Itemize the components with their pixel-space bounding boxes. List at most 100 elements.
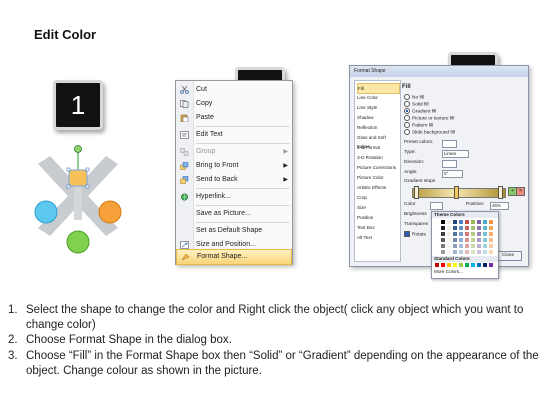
- theme-color-swatch[interactable]: [471, 226, 475, 230]
- nav-item-text-box[interactable]: Text Box: [357, 223, 398, 232]
- angle-input[interactable]: 0°: [442, 170, 463, 178]
- nav-item-reflection[interactable]: Reflection: [357, 123, 398, 132]
- theme-color-swatch[interactable]: [441, 226, 445, 230]
- theme-color-swatch[interactable]: [489, 232, 493, 236]
- theme-color-swatch[interactable]: [435, 226, 439, 230]
- type-dropdown[interactable]: Linear: [442, 150, 469, 158]
- standard-color-swatch[interactable]: [453, 263, 457, 267]
- gradient-stop[interactable]: [498, 186, 503, 199]
- more-colors-option[interactable]: More Colors...: [434, 269, 463, 274]
- theme-color-swatch[interactable]: [465, 244, 469, 248]
- nav-item-glow[interactable]: Glow and Soft Edges: [357, 133, 398, 149]
- theme-color-swatch[interactable]: [483, 232, 487, 236]
- theme-color-swatch[interactable]: [459, 220, 463, 224]
- theme-color-swatch[interactable]: [447, 220, 451, 224]
- menu-item-save-as-picture[interactable]: Save as Picture...: [176, 207, 292, 221]
- theme-color-swatch[interactable]: [453, 238, 457, 242]
- nav-item-artistic-effects[interactable]: Artistic Effects: [357, 183, 398, 192]
- menu-item-set-default-shape[interactable]: Set as Default Shape: [176, 224, 292, 238]
- standard-color-swatch[interactable]: [459, 263, 463, 267]
- menu-item-hyperlink[interactable]: Hyperlink...: [176, 190, 292, 204]
- theme-color-swatch[interactable]: [435, 244, 439, 248]
- theme-color-swatch[interactable]: [483, 220, 487, 224]
- theme-color-swatch[interactable]: [459, 250, 463, 254]
- blue-circle-shape[interactable]: [34, 200, 58, 224]
- standard-color-swatch[interactable]: [489, 263, 493, 267]
- theme-color-swatch[interactable]: [489, 226, 493, 230]
- theme-color-swatch[interactable]: [453, 250, 457, 254]
- menu-item-edit-text[interactable]: Edit Text: [176, 128, 292, 142]
- theme-color-swatch[interactable]: [483, 244, 487, 248]
- radio-slide-background-fill[interactable]: Slide background fill: [404, 129, 455, 136]
- theme-color-swatch[interactable]: [477, 220, 481, 224]
- theme-color-swatch[interactable]: [471, 232, 475, 236]
- green-circle-shape[interactable]: [66, 230, 90, 254]
- theme-color-swatch[interactable]: [489, 220, 493, 224]
- theme-color-swatch[interactable]: [477, 250, 481, 254]
- theme-color-swatch[interactable]: [441, 250, 445, 254]
- radio-picture-fill[interactable]: Picture or texture fill: [404, 115, 454, 122]
- theme-color-swatch[interactable]: [453, 220, 457, 224]
- theme-color-swatch[interactable]: [435, 220, 439, 224]
- theme-color-swatch[interactable]: [471, 244, 475, 248]
- selected-shape[interactable]: [66, 167, 90, 189]
- orange-circle-shape[interactable]: [98, 200, 122, 224]
- theme-color-swatch[interactable]: [447, 232, 451, 236]
- standard-color-swatch[interactable]: [435, 263, 439, 267]
- radio-solid-fill[interactable]: Solid fill: [404, 101, 429, 108]
- position-input[interactable]: 46%: [490, 202, 509, 210]
- nav-item-alt-text[interactable]: Alt Text: [357, 233, 398, 242]
- standard-color-swatch[interactable]: [447, 263, 451, 267]
- standard-color-swatch[interactable]: [477, 263, 481, 267]
- theme-color-swatch[interactable]: [477, 238, 481, 242]
- theme-color-swatch[interactable]: [435, 232, 439, 236]
- menu-item-paste[interactable]: Paste: [176, 111, 292, 125]
- theme-color-swatch[interactable]: [441, 244, 445, 248]
- remove-stop-icon[interactable]: ×: [516, 187, 525, 196]
- theme-color-swatch[interactable]: [471, 238, 475, 242]
- theme-color-swatch[interactable]: [483, 238, 487, 242]
- nav-item-line-color[interactable]: Line Color: [357, 93, 398, 102]
- menu-item-cut[interactable]: Cut: [176, 83, 292, 97]
- theme-color-swatch[interactable]: [477, 244, 481, 248]
- standard-color-swatch[interactable]: [471, 263, 475, 267]
- theme-color-swatch[interactable]: [465, 220, 469, 224]
- theme-color-swatch[interactable]: [489, 250, 493, 254]
- theme-color-swatch[interactable]: [435, 238, 439, 242]
- theme-color-swatch[interactable]: [459, 244, 463, 248]
- theme-color-swatch[interactable]: [459, 232, 463, 236]
- menu-item-copy[interactable]: Copy: [176, 97, 292, 111]
- theme-color-swatch[interactable]: [471, 220, 475, 224]
- gradient-stop[interactable]: [414, 186, 419, 199]
- theme-color-swatch[interactable]: [441, 232, 445, 236]
- theme-color-swatch[interactable]: [441, 238, 445, 242]
- color-picker-button[interactable]: [430, 202, 443, 210]
- theme-color-swatch[interactable]: [471, 250, 475, 254]
- theme-color-swatch[interactable]: [465, 226, 469, 230]
- theme-color-swatch[interactable]: [489, 238, 493, 242]
- gradient-stop-selected[interactable]: [454, 186, 459, 199]
- theme-color-swatch[interactable]: [435, 250, 439, 254]
- theme-color-swatch[interactable]: [489, 244, 493, 248]
- gradient-bar[interactable]: [412, 188, 506, 198]
- theme-color-swatch[interactable]: [453, 244, 457, 248]
- theme-color-swatch[interactable]: [465, 238, 469, 242]
- theme-color-swatch[interactable]: [441, 220, 445, 224]
- nav-item-crop[interactable]: Crop: [357, 193, 398, 202]
- nav-item-position[interactable]: Position: [357, 213, 398, 222]
- nav-item-line-style[interactable]: Line Style: [357, 103, 398, 112]
- nav-item-3d-format[interactable]: 3-D Format: [357, 143, 398, 152]
- preset-colors-dropdown[interactable]: [442, 140, 457, 148]
- theme-color-swatch[interactable]: [465, 250, 469, 254]
- radio-gradient-fill[interactable]: Gradient fill: [404, 108, 436, 115]
- theme-color-swatch[interactable]: [477, 232, 481, 236]
- nav-item-picture-color[interactable]: Picture Color: [357, 173, 398, 182]
- theme-color-swatch[interactable]: [477, 226, 481, 230]
- standard-color-swatch[interactable]: [483, 263, 487, 267]
- menu-item-format-shape[interactable]: Format Shape...: [176, 249, 292, 265]
- theme-color-swatch[interactable]: [465, 232, 469, 236]
- rotate-checkbox[interactable]: Rotate: [404, 231, 426, 239]
- theme-color-swatch[interactable]: [447, 226, 451, 230]
- standard-color-swatch[interactable]: [441, 263, 445, 267]
- menu-item-send-to-back[interactable]: Send to Back ▶: [176, 173, 292, 187]
